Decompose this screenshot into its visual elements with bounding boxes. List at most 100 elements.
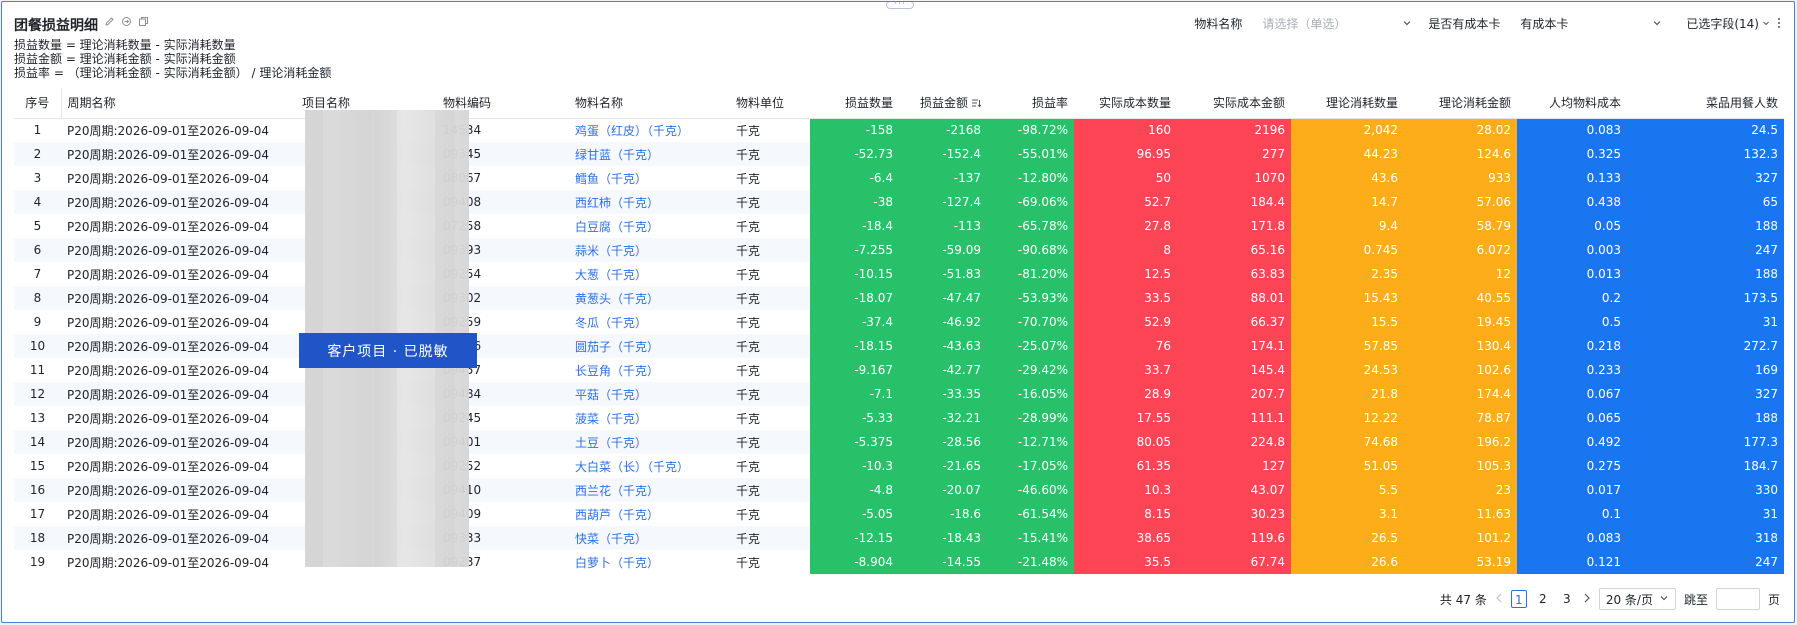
cell-unit: 千克 — [730, 382, 810, 406]
cell-theory-amount: 40.55 — [1404, 286, 1517, 310]
col-header-index[interactable]: 序号 — [14, 88, 61, 119]
cell-material[interactable]: 西红柿（千克） — [569, 190, 730, 214]
cell-per-capita-cost: 0.017 — [1517, 478, 1627, 502]
col-header-theory-qty[interactable]: 理论消耗数量 — [1291, 88, 1404, 119]
cost-card-select[interactable]: 有成本卡 — [1512, 12, 1669, 34]
page-2-button[interactable]: 2 — [1535, 590, 1551, 608]
cell-material[interactable]: 黄葱头（千克） — [569, 286, 730, 310]
cell-profit-rate: -69.06% — [987, 190, 1074, 214]
cell-actual-amount: 145.4 — [1177, 358, 1291, 382]
cell-profit-rate: -90.68% — [987, 238, 1074, 262]
cell-material[interactable]: 快菜（千克） — [569, 526, 730, 550]
page-size-select[interactable]: 20 条/页 — [1598, 588, 1676, 610]
cell-diners: 188 — [1627, 262, 1784, 286]
cell-profit-qty: -18.07 — [810, 286, 899, 310]
cell-material[interactable]: 长豆角（千克） — [569, 358, 730, 382]
col-header-profit-qty[interactable]: 损益数量 — [810, 88, 899, 119]
table-row[interactable]: 4P20周期:2026-09-01至2026-09-0409408西红柿（千克）… — [14, 190, 1784, 214]
col-header-actual-amount[interactable]: 实际成本金额 — [1177, 88, 1291, 119]
col-header-material[interactable]: 物料名称 — [569, 88, 730, 119]
col-header-theory-amount[interactable]: 理论消耗金额 — [1404, 88, 1517, 119]
table-row[interactable]: 19P20周期:2026-09-01至2026-09-0409237白萝卜（千克… — [14, 550, 1784, 574]
material-select-placeholder: 请选择（单选） — [1262, 16, 1347, 31]
cell-material[interactable]: 大葱（千克） — [569, 262, 730, 286]
cell-material[interactable]: 大白菜（长）（千克） — [569, 454, 730, 478]
table-row[interactable]: 14P20周期:2026-09-01至2026-09-0409401土豆（千克）… — [14, 430, 1784, 454]
selected-fields-button[interactable]: 已选字段(14) — [1686, 15, 1780, 32]
col-header-per-capita-cost[interactable]: 人均物料成本 — [1517, 88, 1627, 119]
table-row[interactable]: 7P20周期:2026-09-01至2026-09-0409254大葱（千克）千… — [14, 262, 1784, 286]
cell-material[interactable]: 白豆腐（千克） — [569, 214, 730, 238]
table-row[interactable]: 2P20周期:2026-09-01至2026-09-0409345绿甘蓝（千克）… — [14, 142, 1784, 166]
cell-material[interactable]: 平菇（千克） — [569, 382, 730, 406]
cell-profit-qty: -6.4 — [810, 166, 899, 190]
chevron-left-icon[interactable] — [1495, 592, 1503, 606]
cell-profit-rate: -46.60% — [987, 478, 1074, 502]
table-row[interactable]: 16P20周期:2026-09-01至2026-09-0409410西兰花（千克… — [14, 478, 1784, 502]
col-header-profit-amount[interactable]: 损益金额 — [899, 88, 987, 119]
table-row[interactable]: 12P20周期:2026-09-01至2026-09-0409484平菇（千克）… — [14, 382, 1784, 406]
cell-diners: 24.5 — [1627, 118, 1784, 142]
table-row[interactable]: 9P20周期:2026-09-01至2026-09-0409259冬瓜（千克）千… — [14, 310, 1784, 334]
cell-material[interactable]: 圆茄子（千克） — [569, 334, 730, 358]
table-row[interactable]: 10P20周期:2026-09-01至2026-09-0409456圆茄子（千克… — [14, 334, 1784, 358]
refresh-icon[interactable] — [120, 15, 132, 27]
table-row[interactable]: 18P20周期:2026-09-01至2026-09-0409333快菜（千克）… — [14, 526, 1784, 550]
sort-icon[interactable] — [971, 97, 982, 111]
cell-profit-amount: -21.65 — [899, 454, 987, 478]
table-row[interactable]: 3P20周期:2026-09-01至2026-09-0408067鳕鱼（千克）千… — [14, 166, 1784, 190]
table-row[interactable]: 8P20周期:2026-09-01至2026-09-0409302黄葱头（千克）… — [14, 286, 1784, 310]
cell-material[interactable]: 西葫芦（千克） — [569, 502, 730, 526]
cell-material[interactable]: 绿甘蓝（千克） — [569, 142, 730, 166]
col-header-diners[interactable]: 菜品用餐人数 — [1627, 88, 1784, 119]
cell-material[interactable]: 冬瓜（千克） — [569, 310, 730, 334]
cell-material[interactable]: 白萝卜（千克） — [569, 550, 730, 574]
cell-theory-amount: 6.072 — [1404, 238, 1517, 262]
edit-icon[interactable] — [103, 15, 115, 27]
cell-material[interactable]: 鸡蛋（红皮）（千克） — [569, 118, 730, 142]
col-header-profit-rate[interactable]: 损益率 — [987, 88, 1074, 119]
cell-theory-qty: 12.22 — [1291, 406, 1404, 430]
cell-unit: 千克 — [730, 142, 810, 166]
col-header-period[interactable]: 周期名称 — [60, 88, 296, 119]
col-header-unit[interactable]: 物料单位 — [730, 88, 810, 119]
chevron-right-icon[interactable] — [1583, 592, 1591, 606]
cell-index: 2 — [14, 142, 61, 166]
cell-theory-amount: 28.02 — [1404, 118, 1517, 142]
page-1-button[interactable]: 1 — [1510, 590, 1527, 608]
drag-handle[interactable]: ··· — [886, 2, 914, 9]
cell-theory-amount: 105.3 — [1404, 454, 1517, 478]
table-row[interactable]: 17P20周期:2026-09-01至2026-09-0409409西葫芦（千克… — [14, 502, 1784, 526]
table-row[interactable]: 6P20周期:2026-09-01至2026-09-0409393蒜米（千克）千… — [14, 238, 1784, 262]
page-suffix: 页 — [1767, 592, 1780, 607]
cell-diners: 327 — [1627, 166, 1784, 190]
cell-profit-amount: -59.09 — [899, 238, 987, 262]
cell-material[interactable]: 西兰花（千克） — [569, 478, 730, 502]
cell-material[interactable]: 土豆（千克） — [569, 430, 730, 454]
table-row[interactable]: 5P20周期:2026-09-01至2026-09-0407258白豆腐（千克）… — [14, 214, 1784, 238]
cell-profit-amount: -137 — [899, 166, 987, 190]
cell-material[interactable]: 鳕鱼（千克） — [569, 166, 730, 190]
goto-page-input[interactable] — [1715, 588, 1760, 610]
cell-actual-amount: 67.74 — [1177, 550, 1291, 574]
cell-profit-rate: -12.71% — [987, 430, 1074, 454]
material-filter-label: 物料名称 — [1194, 16, 1243, 31]
more-options-icon[interactable] — [1778, 18, 1780, 28]
table-row[interactable]: 11P20周期:2026-09-01至2026-09-0409457长豆角（千克… — [14, 358, 1784, 382]
table-row[interactable]: 1P20周期:2026-09-01至2026-09-0414534鸡蛋（红皮）（… — [14, 118, 1784, 142]
col-header-actual-qty[interactable]: 实际成本数量 — [1074, 88, 1177, 119]
copy-icon[interactable] — [137, 15, 149, 27]
chevron-down-icon — [1652, 17, 1662, 31]
cell-theory-qty: 2,042 — [1291, 118, 1404, 142]
cell-material[interactable]: 菠菜（千克） — [569, 406, 730, 430]
cell-material[interactable]: 蒜米（千克） — [569, 238, 730, 262]
material-select[interactable]: 请选择（单选） — [1254, 12, 1419, 34]
table-row[interactable]: 15P20周期:2026-09-01至2026-09-0409252大白菜（长）… — [14, 454, 1784, 478]
cell-index: 14 — [14, 430, 61, 454]
table-header-row: 序号 周期名称 项目名称 物料编码 物料名称 物料单位 损益数量 损益金额 损益… — [14, 88, 1784, 119]
cell-period: P20周期:2026-09-01至2026-09-04 — [67, 171, 270, 186]
masked-notice-badge: 客户项目 · 已脱敏 — [299, 333, 477, 368]
table-row[interactable]: 13P20周期:2026-09-01至2026-09-0409245菠菜（千克）… — [14, 406, 1784, 430]
page-3-button[interactable]: 3 — [1559, 590, 1575, 608]
cell-actual-amount: 111.1 — [1177, 406, 1291, 430]
